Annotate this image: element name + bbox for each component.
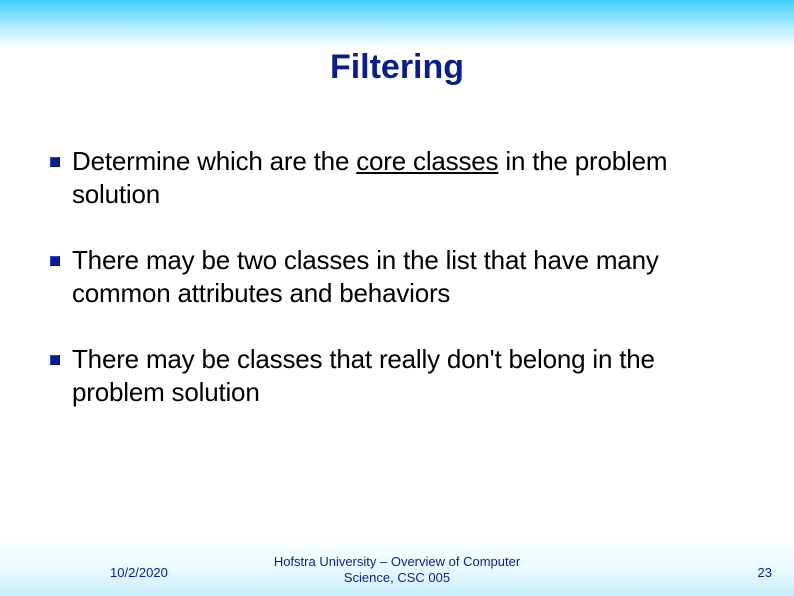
bullet-item: There may be two classes in the list tha… [50,244,744,309]
bullet-text: There may be two classes in the list tha… [72,244,744,309]
footer-date: 10/2/2020 [110,565,168,580]
bullet-text-prefix: Determine which are the [72,146,356,176]
slide-footer: 10/2/2020 Hofstra University – Overview … [0,546,794,586]
slide-title: Filtering [0,48,794,87]
bullet-text: There may be classes that really don't b… [72,343,744,408]
bullet-text-prefix: There may be classes that really don't b… [72,344,655,407]
bullet-marker-icon [50,157,60,167]
bullet-text-prefix: There may be two classes in the list tha… [72,245,659,308]
header-gradient-bar [0,0,794,48]
bullet-marker-icon [50,256,60,266]
slide-body: Determine which are the core classes in … [50,145,744,442]
bullet-marker-icon [50,355,60,365]
bullet-item: There may be classes that really don't b… [50,343,744,408]
footer-center-text: Hofstra University – Overview of Compute… [257,554,537,587]
footer-page-number: 23 [758,565,772,580]
bullet-item: Determine which are the core classes in … [50,145,744,210]
bullet-text: Determine which are the core classes in … [72,145,744,210]
bullet-text-underlined: core classes [356,146,498,176]
